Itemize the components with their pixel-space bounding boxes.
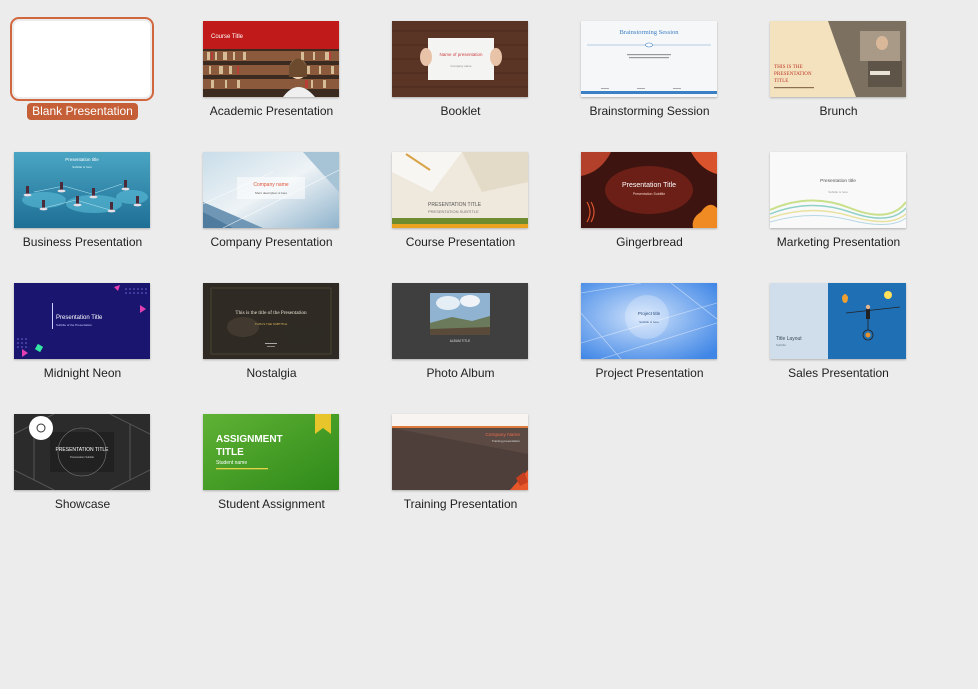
- svg-text:Company name: Company name: [450, 64, 472, 68]
- template-training-presentation[interactable]: Company Name Training presentation Train…: [373, 414, 543, 524]
- svg-text:Training presentation: Training presentation: [492, 439, 520, 443]
- template-student-assignment[interactable]: ASSIGNMENT TITLE Student name Student As…: [184, 414, 354, 524]
- template-brunch[interactable]: THIS IS THE PRESENTATION TITLE Brunch: [751, 21, 921, 131]
- template-sales-presentation[interactable]: Title Layout Subtitle Sales Presentation: [751, 283, 921, 393]
- svg-text:Presentation Title: Presentation Title: [56, 315, 103, 321]
- template-showcase[interactable]: PRESENTATION TITLE Presentation Subtitle…: [0, 414, 165, 524]
- thumbnail-brunch: THIS IS THE PRESENTATION TITLE: [770, 21, 906, 97]
- thumbnail-company: Company name Short description is here: [203, 152, 339, 228]
- template-project-presentation[interactable]: Project title Subtitle is here Project P…: [562, 283, 732, 393]
- template-company-presentation[interactable]: Company name Short description is here C…: [184, 152, 354, 262]
- svg-text:Subtitle of the Presentation: Subtitle of the Presentation: [56, 323, 92, 327]
- template-label: Brainstorming Session: [589, 104, 710, 118]
- template-label: Booklet: [440, 104, 481, 118]
- template-label: Showcase: [54, 497, 111, 511]
- template-blank-presentation[interactable]: Blank Presentation: [0, 17, 165, 131]
- svg-text:Subtitle is here: Subtitle is here: [639, 320, 659, 324]
- template-label: Gingerbread: [616, 235, 683, 249]
- svg-text:PRESENTATION SUBTITLE: PRESENTATION SUBTITLE: [428, 209, 479, 214]
- svg-text:TITLE: TITLE: [774, 78, 788, 84]
- template-label: Business Presentation: [22, 235, 143, 249]
- template-label: Blank Presentation: [27, 103, 138, 120]
- svg-text:THIS IS THE: THIS IS THE: [774, 64, 803, 70]
- thumbnail-booklet: Name of presentation Company name: [392, 21, 528, 97]
- svg-text:PRESENTATION TITLE: PRESENTATION TITLE: [428, 202, 482, 208]
- template-midnight-neon[interactable]: Presentation Title Subtitle of the Prese…: [0, 283, 165, 393]
- template-label: Photo Album: [426, 366, 495, 380]
- svg-text:PRESENTATION TITLE: PRESENTATION TITLE: [55, 447, 109, 453]
- svg-text:Presentation title: Presentation title: [65, 157, 99, 162]
- template-gallery: Blank Presentation Course Title Academic…: [0, 0, 978, 689]
- template-label: Training Presentation: [403, 497, 518, 511]
- thumbnail-sales: Title Layout Subtitle: [770, 283, 906, 359]
- template-label: Academic Presentation: [209, 104, 334, 118]
- template-marketing-presentation[interactable]: Presentation title Subtitle is here Mark…: [751, 152, 921, 262]
- template-label: Project Presentation: [595, 366, 704, 380]
- template-booklet[interactable]: Name of presentation Company name Bookle…: [373, 21, 543, 131]
- svg-text:Subtitle: Subtitle: [776, 343, 786, 347]
- svg-text:Presentation Subtitle: Presentation Subtitle: [70, 455, 94, 459]
- template-label: Nostalgia: [246, 366, 297, 380]
- thumbnail-photo-album: ALBUM TITLE: [392, 283, 528, 359]
- thumbnail-blank: [10, 17, 154, 101]
- thumbnail-gingerbread: Presentation Title Presentation Subtitle: [581, 152, 717, 228]
- template-academic-presentation[interactable]: Course Title Academic Presentation: [184, 21, 354, 131]
- svg-text:Company name: Company name: [253, 182, 289, 188]
- svg-text:Brainstorming Session: Brainstorming Session: [619, 29, 679, 36]
- template-label: Sales Presentation: [788, 366, 889, 380]
- thumbnail-project: Project title Subtitle is here: [581, 283, 717, 359]
- template-business-presentation[interactable]: Presentation title Subtitle is here Busi…: [0, 152, 165, 262]
- thumbnail-training: Company Name Training presentation: [392, 414, 528, 490]
- thumbnail-marketing: Presentation title Subtitle is here: [770, 152, 906, 228]
- svg-text:Name of presentation: Name of presentation: [439, 52, 483, 57]
- template-photo-album[interactable]: ALBUM TITLE Photo Album: [373, 283, 543, 393]
- svg-text:Presentation Subtitle: Presentation Subtitle: [633, 192, 665, 196]
- thumbnail-academic: Course Title: [203, 21, 339, 97]
- template-label: Student Assignment: [218, 497, 325, 511]
- svg-text:Subtitle is here: Subtitle is here: [828, 190, 848, 194]
- svg-text:Course Title: Course Title: [211, 34, 244, 40]
- thumbnail-midnight-neon: Presentation Title Subtitle of the Prese…: [14, 283, 150, 359]
- svg-text:Project title: Project title: [638, 311, 661, 316]
- template-label: Course Presentation: [405, 235, 516, 249]
- thumbnail-showcase: PRESENTATION TITLE Presentation Subtitle: [14, 414, 150, 490]
- template-brainstorming-session[interactable]: Brainstorming Session Brainstorming Sess…: [562, 21, 732, 131]
- svg-text:Presentation Title: Presentation Title: [622, 182, 676, 189]
- svg-text:Subtitle is here: Subtitle is here: [72, 165, 92, 169]
- svg-text:TITLE: TITLE: [216, 447, 244, 458]
- svg-text:ASSIGNMENT: ASSIGNMENT: [216, 434, 283, 445]
- svg-text:THIS IS THE SUBTITLE: THIS IS THE SUBTITLE: [255, 322, 287, 326]
- svg-text:ALBUM TITLE: ALBUM TITLE: [450, 339, 471, 343]
- template-nostalgia[interactable]: This is the title of the Presentation TH…: [184, 283, 354, 393]
- thumbnail-brainstorming: Brainstorming Session: [581, 21, 717, 97]
- thumbnail-business: Presentation title Subtitle is here: [14, 152, 150, 228]
- thumbnail-nostalgia: This is the title of the Presentation TH…: [203, 283, 339, 359]
- svg-text:Student name: Student name: [216, 460, 247, 466]
- svg-text:Company Name: Company Name: [485, 432, 520, 438]
- template-label: Company Presentation: [210, 235, 333, 249]
- thumbnail-student-assignment: ASSIGNMENT TITLE Student name: [203, 414, 339, 490]
- svg-text:PRESENTATION: PRESENTATION: [774, 71, 812, 77]
- svg-text:Title Layout: Title Layout: [776, 336, 802, 342]
- thumbnail-course: PRESENTATION TITLE PRESENTATION SUBTITLE: [392, 152, 528, 228]
- svg-text:Presentation title: Presentation title: [820, 178, 856, 184]
- svg-text:This is the title of the Prese: This is the title of the Presentation: [235, 309, 307, 316]
- svg-text:Short description is here: Short description is here: [255, 191, 288, 195]
- template-label: Brunch: [819, 104, 858, 118]
- template-label: Midnight Neon: [43, 366, 122, 380]
- template-course-presentation[interactable]: PRESENTATION TITLE PRESENTATION SUBTITLE…: [373, 152, 543, 262]
- template-gingerbread[interactable]: Presentation Title Presentation Subtitle…: [562, 152, 732, 262]
- template-label: Marketing Presentation: [776, 235, 901, 249]
